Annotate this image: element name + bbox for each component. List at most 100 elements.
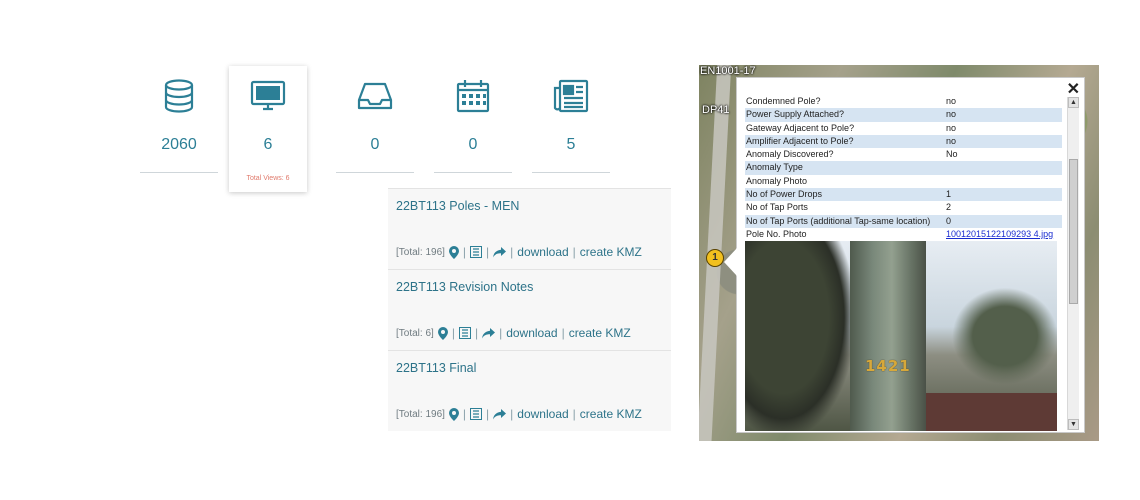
table-row: Pole No. Photo 10012015122109293 4.jpg: [745, 228, 1062, 241]
total-views-label: Total Views: 6: [246, 175, 290, 182]
photo-roof: [925, 393, 1057, 431]
stat-tile-inbox[interactable]: 0: [336, 66, 414, 174]
divider: [336, 172, 414, 173]
attr-key: Anomaly Discovered?: [746, 149, 834, 160]
close-icon[interactable]: ✕: [1067, 79, 1080, 99]
photo-tree: [945, 281, 1057, 391]
file-title[interactable]: 22BT113 Poles - MEN: [396, 199, 519, 213]
popup-pointer: [724, 248, 737, 276]
attr-value: no: [946, 109, 957, 120]
newspaper-icon: [553, 79, 589, 113]
separator: |: [510, 245, 514, 259]
attr-value: no: [946, 122, 957, 133]
table-row: Anomaly Photo: [745, 175, 1062, 188]
stat-tile-reports[interactable]: 5: [532, 66, 610, 174]
stat-value: 2060: [161, 136, 197, 153]
download-link[interactable]: download: [506, 326, 557, 340]
stats-bar: 2060 6 Total Views: 6 0 0 5: [140, 66, 620, 192]
map-pin-icon[interactable]: [448, 407, 459, 421]
photo-pole: [850, 241, 926, 431]
pole-photo: 1421: [745, 241, 1057, 431]
separator: |: [510, 407, 514, 421]
create-kmz-link[interactable]: create KMZ: [569, 326, 631, 340]
table-row: Power Supply Attached? no: [745, 108, 1062, 122]
attr-key: Pole No. Photo: [746, 228, 807, 239]
stat-value: 5: [566, 136, 576, 153]
share-icon[interactable]: [493, 408, 507, 420]
download-link[interactable]: download: [517, 407, 568, 421]
list-item: 22BT113 Poles - MEN [Total: 196] | | | d…: [388, 188, 671, 269]
attr-key: Power Supply Attached?: [746, 109, 845, 120]
file-list: 22BT113 Poles - MEN [Total: 196] | | | d…: [388, 188, 671, 431]
attr-key: No of Power Drops: [746, 189, 823, 200]
download-link[interactable]: download: [517, 245, 568, 259]
file-actions: [Total: 196] | | | download | create KMZ: [396, 407, 642, 421]
map-label: DP41: [702, 104, 730, 116]
table-row: No of Tap Ports (additional Tap-same loc…: [745, 214, 1062, 228]
map-pin-icon[interactable]: [448, 245, 459, 259]
separator: |: [486, 245, 490, 259]
list-icon[interactable]: [470, 408, 483, 420]
pole-number-tag: 1421: [865, 357, 911, 375]
attribute-table: Condemned Pole? no Power Supply Attached?…: [745, 95, 1062, 241]
stat-tile-records[interactable]: 2060: [140, 66, 218, 174]
table-row: Anomaly Type: [745, 161, 1062, 175]
file-actions: [Total: 196] | | | download | create KMZ: [396, 245, 642, 259]
separator: |: [451, 326, 455, 340]
list-item: 22BT113 Revision Notes [Total: 6] | | | …: [388, 269, 671, 350]
attr-value: No: [946, 149, 958, 160]
scroll-down-button[interactable]: ▼: [1068, 419, 1079, 430]
popup-scrollbar[interactable]: ▲ ▼: [1067, 97, 1079, 430]
separator: |: [462, 407, 467, 421]
table-row: No of Power Drops 1: [745, 188, 1062, 202]
inbox-icon: [357, 82, 393, 110]
share-icon[interactable]: [482, 327, 496, 339]
stat-value: 0: [468, 136, 478, 153]
attr-key: Gateway Adjacent to Pole?: [746, 122, 855, 133]
info-popup: ✕ Condemned Pole? no Power Supply Attache…: [724, 77, 1085, 433]
stat-tile-calendar[interactable]: 0: [434, 66, 512, 174]
total-count: [Total: 6]: [396, 327, 434, 339]
list-icon[interactable]: [470, 246, 483, 258]
table-row: Gateway Adjacent to Pole? no: [745, 122, 1062, 135]
attr-key: Anomaly Type: [746, 162, 803, 173]
separator: |: [474, 326, 479, 340]
table-row: Amplifier Adjacent to Pole? no: [745, 134, 1062, 149]
share-icon[interactable]: [493, 246, 507, 258]
monitor-icon: [250, 80, 286, 111]
list-item: 22BT113 Final [Total: 196] | | | downloa…: [388, 350, 671, 431]
create-kmz-link[interactable]: create KMZ: [580, 245, 642, 259]
attr-value: 1: [946, 189, 952, 200]
total-count: [Total: 196]: [396, 246, 445, 258]
stat-tile-views[interactable]: 6 Total Views: 6: [229, 66, 307, 192]
separator: |: [572, 245, 576, 259]
map-pin-icon[interactable]: [437, 326, 448, 340]
separator: |: [561, 326, 565, 340]
photo-link[interactable]: 10012015122109293 4.jpg: [946, 228, 1053, 241]
separator: |: [462, 245, 467, 259]
total-count: [Total: 196]: [396, 408, 445, 420]
list-icon[interactable]: [458, 327, 471, 339]
table-row: No of Tap Ports 2: [745, 201, 1062, 214]
stat-value: 6: [263, 136, 273, 153]
separator: |: [486, 407, 490, 421]
attr-key: Anomaly Photo: [746, 175, 808, 186]
attr-value: no: [946, 96, 957, 106]
attr-value: 0: [946, 215, 952, 226]
table-row: Anomaly Discovered? No: [745, 148, 1062, 161]
map-marker[interactable]: 1: [706, 249, 724, 267]
create-kmz-link[interactable]: create KMZ: [580, 407, 642, 421]
file-title[interactable]: 22BT113 Final: [396, 361, 476, 375]
attr-value: 2: [946, 202, 952, 213]
divider: [140, 172, 218, 173]
map-label: EN1001-17: [700, 65, 756, 77]
photo-tree: [745, 241, 855, 431]
attr-key: Condemned Pole?: [746, 96, 821, 106]
scroll-thumb[interactable]: [1069, 159, 1078, 304]
attr-key: No of Tap Ports: [746, 202, 808, 213]
file-title[interactable]: 22BT113 Revision Notes: [396, 280, 533, 294]
separator: |: [499, 326, 503, 340]
separator: |: [572, 407, 576, 421]
table-row: Condemned Pole? no: [745, 95, 1062, 108]
scroll-up-button[interactable]: ▲: [1068, 97, 1079, 108]
